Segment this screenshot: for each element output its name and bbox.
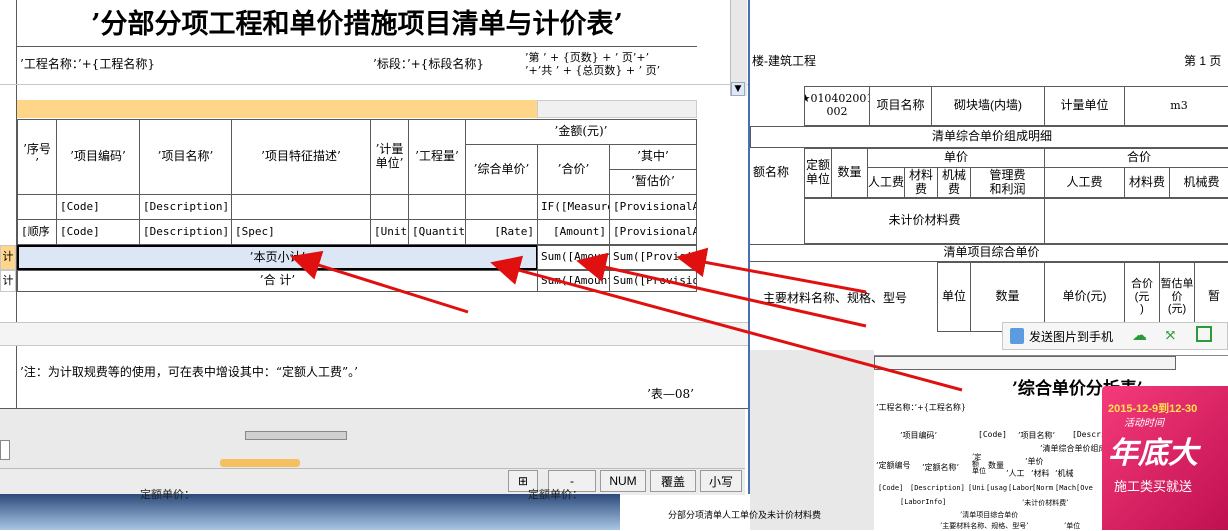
arrow-2: [490, 255, 963, 392]
annotation-arrows: [290, 247, 963, 392]
arrow-3: [576, 252, 867, 328]
arrow-4: [676, 247, 867, 294]
arrow-1: [290, 250, 469, 314]
